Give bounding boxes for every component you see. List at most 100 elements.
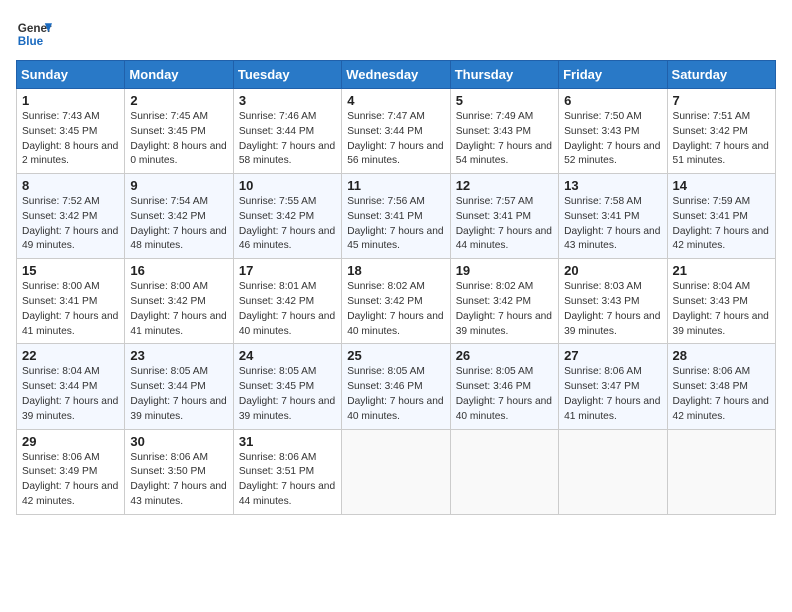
calendar-cell: 30 Sunrise: 8:06 AMSunset: 3:50 PMDayligh…	[125, 429, 233, 514]
day-info: Sunrise: 8:03 AMSunset: 3:43 PMDaylight:…	[564, 280, 661, 339]
day-number: 3	[239, 93, 336, 108]
weekday-header: Wednesday	[342, 61, 450, 89]
day-number: 10	[239, 178, 336, 193]
calendar-cell	[667, 429, 775, 514]
calendar-cell: 7 Sunrise: 7:51 AMSunset: 3:42 PMDaylight…	[667, 89, 775, 174]
svg-text:Blue: Blue	[18, 35, 44, 48]
day-info: Sunrise: 8:01 AMSunset: 3:42 PMDaylight:…	[239, 280, 336, 339]
day-number: 20	[564, 263, 661, 278]
day-number: 11	[347, 178, 444, 193]
day-info: Sunrise: 7:59 AMSunset: 3:41 PMDaylight:…	[673, 195, 770, 254]
day-info: Sunrise: 8:00 AMSunset: 3:42 PMDaylight:…	[130, 280, 227, 339]
calendar-cell: 24 Sunrise: 8:05 AMSunset: 3:45 PMDayligh…	[233, 344, 341, 429]
calendar-cell: 23 Sunrise: 8:05 AMSunset: 3:44 PMDayligh…	[125, 344, 233, 429]
calendar-cell: 19 Sunrise: 8:02 AMSunset: 3:42 PMDayligh…	[450, 259, 558, 344]
calendar-cell: 10 Sunrise: 7:55 AMSunset: 3:42 PMDayligh…	[233, 174, 341, 259]
day-info: Sunrise: 7:45 AMSunset: 3:45 PMDaylight:…	[130, 110, 227, 169]
calendar-cell: 15 Sunrise: 8:00 AMSunset: 3:41 PMDayligh…	[17, 259, 125, 344]
weekday-header: Tuesday	[233, 61, 341, 89]
day-info: Sunrise: 8:04 AMSunset: 3:43 PMDaylight:…	[673, 280, 770, 339]
calendar-cell: 4 Sunrise: 7:47 AMSunset: 3:44 PMDaylight…	[342, 89, 450, 174]
calendar-cell: 31 Sunrise: 8:06 AMSunset: 3:51 PMDayligh…	[233, 429, 341, 514]
weekday-header: Monday	[125, 61, 233, 89]
day-number: 2	[130, 93, 227, 108]
calendar-cell	[450, 429, 558, 514]
weekday-header: Thursday	[450, 61, 558, 89]
day-info: Sunrise: 7:52 AMSunset: 3:42 PMDaylight:…	[22, 195, 119, 254]
day-number: 28	[673, 348, 770, 363]
day-info: Sunrise: 8:05 AMSunset: 3:44 PMDaylight:…	[130, 365, 227, 424]
day-number: 25	[347, 348, 444, 363]
day-number: 24	[239, 348, 336, 363]
day-info: Sunrise: 8:06 AMSunset: 3:48 PMDaylight:…	[673, 365, 770, 424]
day-number: 21	[673, 263, 770, 278]
day-info: Sunrise: 7:55 AMSunset: 3:42 PMDaylight:…	[239, 195, 336, 254]
calendar-cell: 11 Sunrise: 7:56 AMSunset: 3:41 PMDayligh…	[342, 174, 450, 259]
day-info: Sunrise: 8:00 AMSunset: 3:41 PMDaylight:…	[22, 280, 119, 339]
calendar-cell: 14 Sunrise: 7:59 AMSunset: 3:41 PMDayligh…	[667, 174, 775, 259]
calendar-week-row: 22Sunrise: 8:04 AMSunset: 3:44 PMDayligh…	[17, 344, 776, 429]
calendar-cell: 28 Sunrise: 8:06 AMSunset: 3:48 PMDayligh…	[667, 344, 775, 429]
day-number: 7	[673, 93, 770, 108]
day-number: 9	[130, 178, 227, 193]
weekday-header: Saturday	[667, 61, 775, 89]
calendar-cell	[342, 429, 450, 514]
calendar-cell: 26 Sunrise: 8:05 AMSunset: 3:46 PMDayligh…	[450, 344, 558, 429]
day-info: Sunrise: 8:02 AMSunset: 3:42 PMDaylight:…	[456, 280, 553, 339]
calendar-cell: 25 Sunrise: 8:05 AMSunset: 3:46 PMDayligh…	[342, 344, 450, 429]
day-number: 26	[456, 348, 553, 363]
day-info: Sunrise: 8:06 AMSunset: 3:51 PMDaylight:…	[239, 451, 336, 510]
day-info: Sunrise: 7:57 AMSunset: 3:41 PMDaylight:…	[456, 195, 553, 254]
day-info: Sunrise: 7:50 AMSunset: 3:43 PMDaylight:…	[564, 110, 661, 169]
day-info: Sunrise: 8:05 AMSunset: 3:45 PMDaylight:…	[239, 365, 336, 424]
logo: General Blue	[16, 16, 52, 52]
day-info: Sunrise: 7:43 AMSunset: 3:45 PMDaylight:…	[22, 110, 119, 169]
day-number: 17	[239, 263, 336, 278]
day-number: 4	[347, 93, 444, 108]
weekday-header: Sunday	[17, 61, 125, 89]
calendar-cell: 16Sunrise: 8:00 AMSunset: 3:42 PMDayligh…	[125, 259, 233, 344]
day-number: 18	[347, 263, 444, 278]
day-number: 29	[22, 434, 119, 449]
calendar-cell: 8Sunrise: 7:52 AMSunset: 3:42 PMDaylight…	[17, 174, 125, 259]
day-info: Sunrise: 8:05 AMSunset: 3:46 PMDaylight:…	[347, 365, 444, 424]
calendar-cell: 1 Sunrise: 7:43 AMSunset: 3:45 PMDaylight…	[17, 89, 125, 174]
day-number: 23	[130, 348, 227, 363]
day-number: 30	[130, 434, 227, 449]
day-number: 1	[22, 93, 119, 108]
day-info: Sunrise: 8:06 AMSunset: 3:50 PMDaylight:…	[130, 451, 227, 510]
calendar-week-row: 15 Sunrise: 8:00 AMSunset: 3:41 PMDayligh…	[17, 259, 776, 344]
day-info: Sunrise: 7:46 AMSunset: 3:44 PMDaylight:…	[239, 110, 336, 169]
day-info: Sunrise: 7:51 AMSunset: 3:42 PMDaylight:…	[673, 110, 770, 169]
logo-icon: General Blue	[16, 16, 52, 52]
day-info: Sunrise: 7:54 AMSunset: 3:42 PMDaylight:…	[130, 195, 227, 254]
day-number: 12	[456, 178, 553, 193]
day-info: Sunrise: 8:06 AMSunset: 3:49 PMDaylight:…	[22, 451, 119, 510]
calendar-cell: 9 Sunrise: 7:54 AMSunset: 3:42 PMDaylight…	[125, 174, 233, 259]
day-number: 19	[456, 263, 553, 278]
weekday-header: Friday	[559, 61, 667, 89]
calendar-cell: 18 Sunrise: 8:02 AMSunset: 3:42 PMDayligh…	[342, 259, 450, 344]
day-info: Sunrise: 8:05 AMSunset: 3:46 PMDaylight:…	[456, 365, 553, 424]
day-info: Sunrise: 7:49 AMSunset: 3:43 PMDaylight:…	[456, 110, 553, 169]
day-info: Sunrise: 7:58 AMSunset: 3:41 PMDaylight:…	[564, 195, 661, 254]
calendar-cell: 5Sunrise: 7:49 AMSunset: 3:43 PMDaylight…	[450, 89, 558, 174]
calendar-cell: 13 Sunrise: 7:58 AMSunset: 3:41 PMDayligh…	[559, 174, 667, 259]
day-number: 13	[564, 178, 661, 193]
day-info: Sunrise: 7:47 AMSunset: 3:44 PMDaylight:…	[347, 110, 444, 169]
day-info: Sunrise: 8:04 AMSunset: 3:44 PMDaylight:…	[22, 365, 119, 424]
day-number: 31	[239, 434, 336, 449]
calendar-table: SundayMondayTuesdayWednesdayThursdayFrid…	[16, 60, 776, 515]
calendar-cell: 6Sunrise: 7:50 AMSunset: 3:43 PMDaylight…	[559, 89, 667, 174]
calendar-week-row: 1 Sunrise: 7:43 AMSunset: 3:45 PMDaylight…	[17, 89, 776, 174]
day-number: 14	[673, 178, 770, 193]
calendar-cell: 21 Sunrise: 8:04 AMSunset: 3:43 PMDayligh…	[667, 259, 775, 344]
calendar-cell: 12 Sunrise: 7:57 AMSunset: 3:41 PMDayligh…	[450, 174, 558, 259]
day-info: Sunrise: 8:02 AMSunset: 3:42 PMDaylight:…	[347, 280, 444, 339]
day-number: 15	[22, 263, 119, 278]
calendar-cell: 20 Sunrise: 8:03 AMSunset: 3:43 PMDayligh…	[559, 259, 667, 344]
day-number: 27	[564, 348, 661, 363]
day-info: Sunrise: 7:56 AMSunset: 3:41 PMDaylight:…	[347, 195, 444, 254]
calendar-cell: 2 Sunrise: 7:45 AMSunset: 3:45 PMDaylight…	[125, 89, 233, 174]
calendar-cell: 3 Sunrise: 7:46 AMSunset: 3:44 PMDaylight…	[233, 89, 341, 174]
